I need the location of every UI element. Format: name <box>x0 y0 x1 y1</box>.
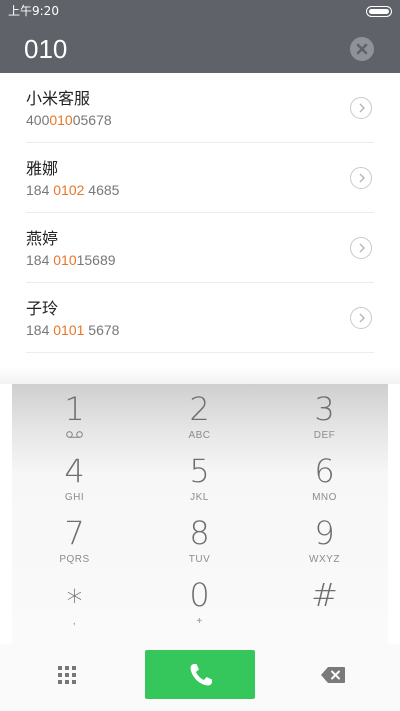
keypad-toggle-button[interactable] <box>56 664 78 686</box>
status-time: 上午9:20 <box>8 4 59 18</box>
bottom-action-bar <box>0 644 400 711</box>
key-digit: ∗ <box>64 576 85 614</box>
chevron-right-icon <box>359 313 365 323</box>
status-bar: 上午9:20 <box>0 0 400 24</box>
number-suffix: 4685 <box>84 182 120 198</box>
key-letters: ABC <box>188 430 211 441</box>
number-match: 010 <box>49 112 73 128</box>
dialed-number: 010 <box>24 34 68 64</box>
key-letters: , <box>72 616 77 627</box>
contact-row[interactable]: 燕婷 184 01015689 <box>0 213 400 283</box>
number-suffix: 15689 <box>76 252 116 268</box>
contact-name: 雅娜 <box>26 159 59 178</box>
backspace-icon <box>321 667 345 683</box>
key-digit: 2 <box>189 390 210 428</box>
key-6[interactable]: 6 MNO <box>262 448 387 510</box>
contact-name: 燕婷 <box>26 229 59 248</box>
contact-number: 184 0102 4685 <box>26 181 119 199</box>
contact-detail-button[interactable] <box>350 97 372 119</box>
number-suffix: 05678 <box>72 112 112 128</box>
key-1[interactable]: 1 <box>12 386 137 448</box>
contact-row[interactable]: 子玲 184 0101 5678 <box>0 283 400 353</box>
key-digit: 3 <box>314 390 335 428</box>
key-7[interactable]: 7 PQRS <box>12 510 137 572</box>
clear-circle-icon <box>356 43 368 55</box>
number-match: 0101 <box>53 322 85 338</box>
key-hash[interactable]: # <box>262 572 387 634</box>
key-digit: 0 <box>189 576 210 614</box>
key-digit: 4 <box>64 452 85 490</box>
number-prefix: 184 <box>26 182 54 198</box>
keypad-shadow <box>0 366 400 384</box>
key-4[interactable]: 4 GHI <box>12 448 137 510</box>
clear-number-button[interactable] <box>350 37 374 61</box>
key-digit: 9 <box>314 514 335 552</box>
chevron-right-icon <box>359 243 365 253</box>
divider <box>26 352 374 353</box>
key-digit: # <box>311 576 338 614</box>
key-2[interactable]: 2 ABC <box>137 386 262 448</box>
number-prefix: 184 <box>26 252 54 268</box>
voicemail-icon <box>66 431 83 438</box>
number-prefix: 400 <box>26 112 50 128</box>
key-letters: GHI <box>64 492 85 503</box>
number-prefix: 184 <box>26 322 54 338</box>
key-letters: PQRS <box>59 554 90 565</box>
dial-keypad: 1 2 ABC 3 DEF 4 GHI 5 JKL 6 MNO 7 PQRS 8… <box>12 384 388 644</box>
chevron-right-icon <box>359 103 365 113</box>
key-letters: + <box>196 616 203 627</box>
contact-results: 小米客服 40001005678 雅娜 184 0102 4685 燕婷 184… <box>0 73 400 381</box>
contact-number: 184 01015689 <box>26 251 116 269</box>
battery-fill <box>369 9 389 14</box>
key-letters: TUV <box>188 554 211 565</box>
number-match: 0102 <box>53 182 85 198</box>
call-button[interactable] <box>145 650 255 699</box>
contact-number: 40001005678 <box>26 111 112 129</box>
contact-row[interactable]: 雅娜 184 0102 4685 <box>0 143 400 213</box>
contact-detail-button[interactable] <box>350 167 372 189</box>
contact-detail-button[interactable] <box>350 237 372 259</box>
key-digit: 1 <box>64 390 85 428</box>
dial-header: 010 <box>0 24 400 73</box>
number-suffix: 5678 <box>84 322 120 338</box>
key-0[interactable]: 0 + <box>137 572 262 634</box>
key-8[interactable]: 8 TUV <box>137 510 262 572</box>
key-letters: MNO <box>312 492 337 503</box>
key-5[interactable]: 5 JKL <box>137 448 262 510</box>
backspace-button[interactable] <box>320 666 346 684</box>
number-match: 010 <box>53 252 77 268</box>
grid-icon <box>58 666 76 684</box>
key-digit: 8 <box>189 514 210 552</box>
key-letters: DEF <box>313 430 336 441</box>
contact-row[interactable]: 小米客服 40001005678 <box>0 73 400 143</box>
chevron-right-icon <box>359 173 365 183</box>
contact-detail-button[interactable] <box>350 307 372 329</box>
contact-name: 小米客服 <box>26 89 91 108</box>
contact-number: 184 0101 5678 <box>26 321 119 339</box>
key-letters: WXYZ <box>309 554 340 565</box>
key-digit: 6 <box>314 452 335 490</box>
key-9[interactable]: 9 WXYZ <box>262 510 387 572</box>
key-3[interactable]: 3 DEF <box>262 386 387 448</box>
key-star[interactable]: ∗ , <box>12 572 137 634</box>
contact-name: 子玲 <box>26 299 59 318</box>
key-digit: 7 <box>64 514 85 552</box>
key-letters: JKL <box>190 492 209 503</box>
phone-icon <box>190 664 212 686</box>
battery-icon <box>366 6 392 17</box>
key-digit: 5 <box>189 452 210 490</box>
